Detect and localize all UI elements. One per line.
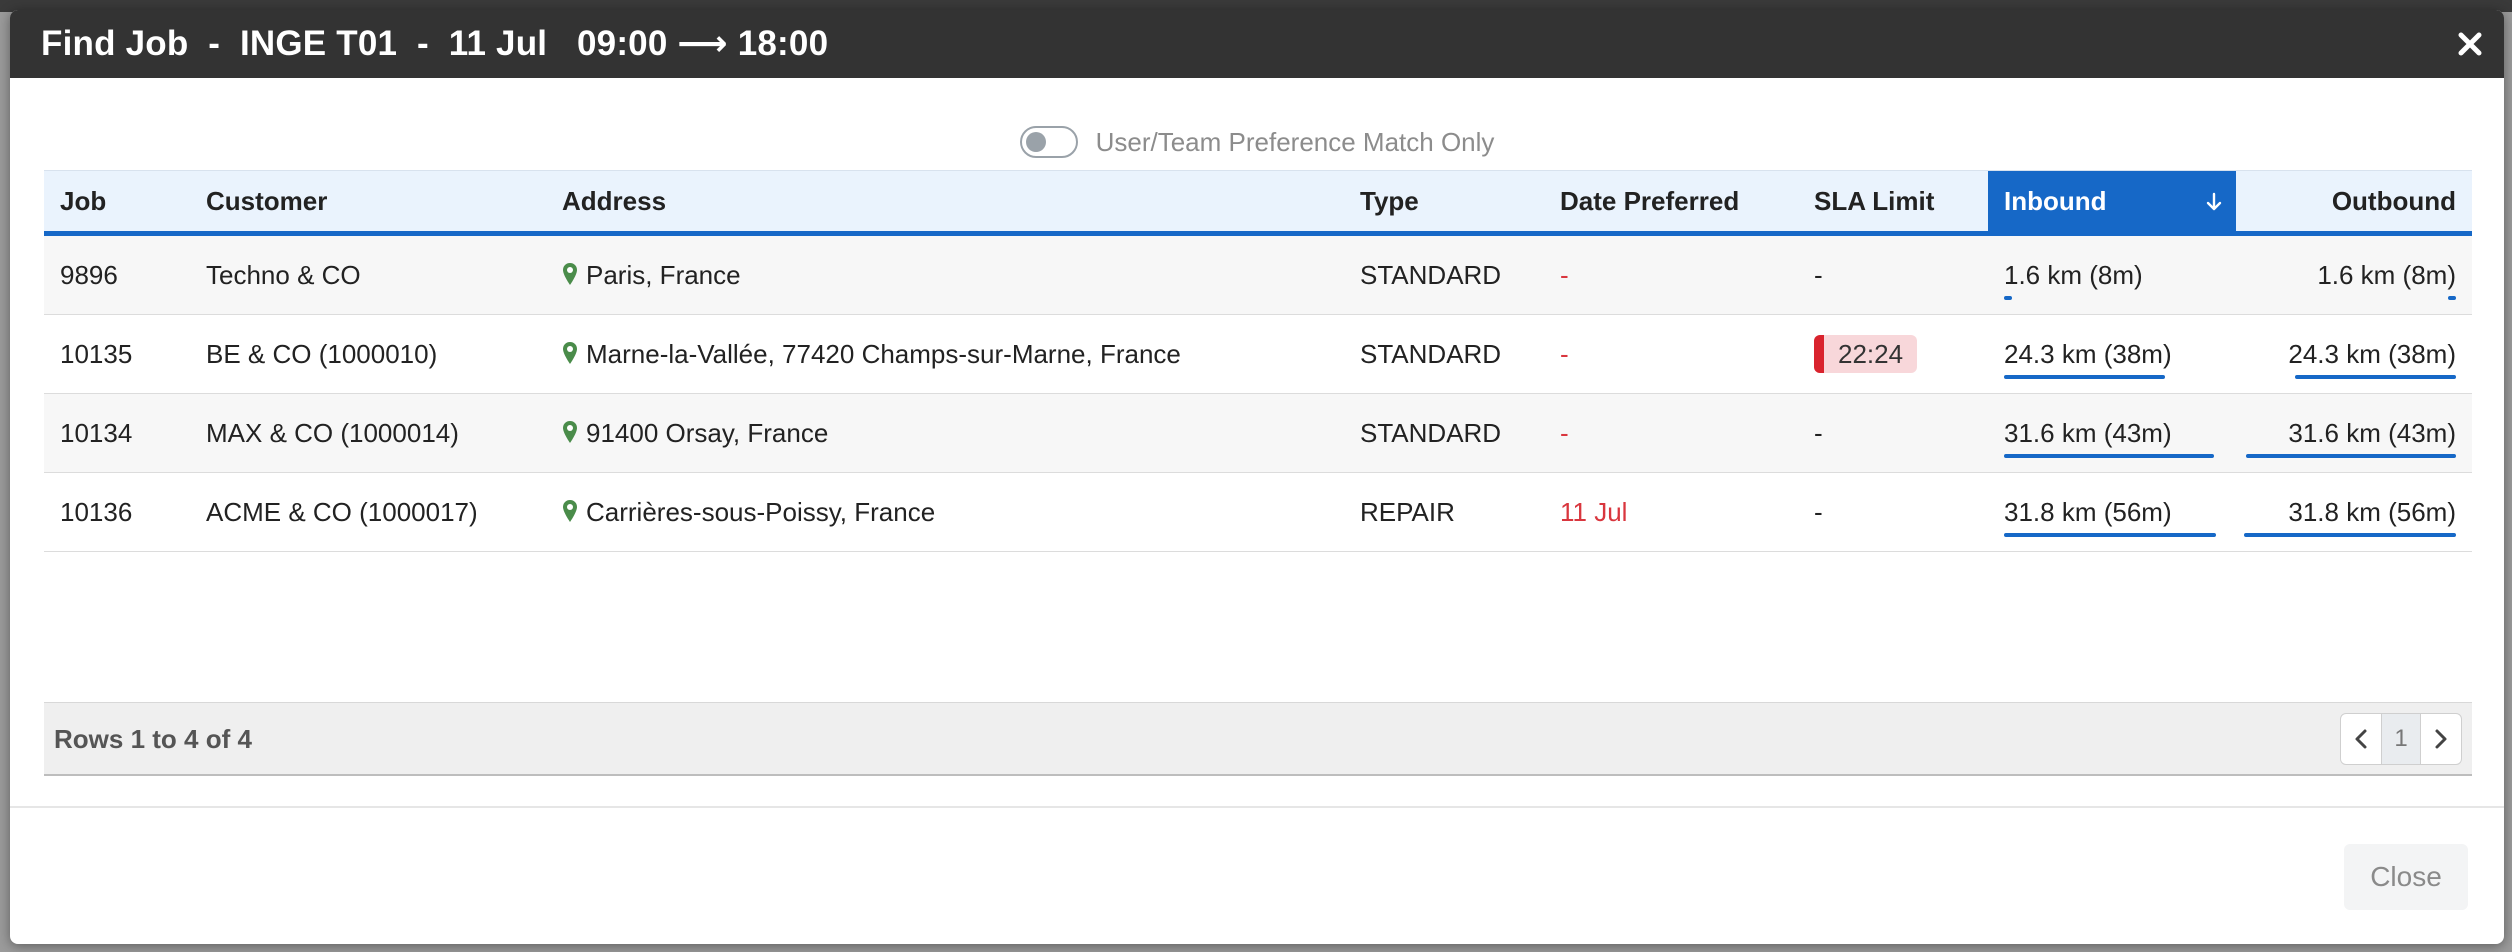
- cell-outbound: 24.3 km (38m): [2236, 315, 2472, 393]
- table-row[interactable]: 10134 MAX & CO (1000014) 91400 Orsay, Fr…: [44, 394, 2472, 473]
- cell-date-preferred: 11 Jul: [1560, 497, 1628, 527]
- close-icon: [2458, 32, 2482, 56]
- header-job[interactable]: Job: [44, 171, 190, 232]
- toggle-knob: [1025, 132, 1046, 152]
- cell-job: 10135: [60, 339, 133, 369]
- table-header: Job Customer Address Type Date Preferred…: [44, 170, 2472, 236]
- chevron-left-icon: [2355, 729, 2367, 749]
- header-date-preferred[interactable]: Date Preferred: [1544, 171, 1798, 232]
- cell-address: 91400 Orsay, France: [546, 394, 1344, 472]
- header-outbound[interactable]: Outbound: [2236, 171, 2472, 232]
- address-text: Marne-la-Vallée, 77420 Champs-sur-Marne,…: [586, 339, 1181, 369]
- arrow-down-icon: [2206, 192, 2222, 211]
- cell-sla-limit: -: [1798, 236, 1988, 314]
- inbound-distance-bar: [2004, 375, 2165, 379]
- cell-date-preferred: -: [1560, 260, 1569, 290]
- table-row[interactable]: 10136 ACME & CO (1000017) Carrières-sous…: [44, 473, 2472, 552]
- map-pin-icon: [563, 342, 577, 365]
- header-address[interactable]: Address: [546, 171, 1344, 232]
- table-row[interactable]: 9896 Techno & CO Paris, France STANDARD …: [44, 236, 2472, 315]
- header-inbound[interactable]: Inbound: [1988, 171, 2236, 232]
- cell-customer: MAX & CO (1000014): [206, 418, 459, 448]
- prev-page-button[interactable]: [2341, 714, 2381, 764]
- cell-job: 10136: [60, 497, 133, 527]
- preference-toggle-label: User/Team Preference Match Only: [1095, 126, 1495, 157]
- close-icon-button[interactable]: [2450, 24, 2490, 64]
- preference-toggle-row: User/Team Preference Match Only: [10, 116, 2504, 168]
- cell-address: Marne-la-Vallée, 77420 Champs-sur-Marne,…: [546, 315, 1344, 393]
- cell-sla-limit: -: [1798, 473, 1988, 551]
- inbound-distance-bar: [2004, 296, 2012, 300]
- sla-limit-value: -: [1814, 260, 1823, 290]
- pagination: 1: [2340, 713, 2462, 765]
- inbound-distance: 31.8 km (56m): [2004, 497, 2172, 527]
- outbound-distance-bar: [2295, 375, 2456, 379]
- cell-customer: ACME & CO (1000017): [206, 497, 478, 527]
- cell-customer: BE & CO (1000010): [206, 339, 438, 369]
- cell-job: 10134: [60, 418, 133, 448]
- outbound-distance-bar: [2244, 533, 2456, 537]
- preference-toggle[interactable]: [1019, 126, 1078, 158]
- cell-sla-limit: -: [1798, 394, 1988, 472]
- cell-inbound: 1.6 km (8m): [1988, 236, 2236, 314]
- inbound-distance: 24.3 km (38m): [2004, 339, 2172, 369]
- chevron-right-icon: [2435, 729, 2447, 749]
- outbound-distance: 31.6 km (43m): [2288, 418, 2456, 448]
- page-number-current[interactable]: 1: [2381, 714, 2421, 764]
- cell-type: STANDARD: [1360, 339, 1502, 369]
- rows-summary: Rows 1 to 4 of 4: [54, 724, 252, 754]
- inbound-distance: 1.6 km (8m): [2004, 260, 2143, 290]
- cell-type: STANDARD: [1360, 260, 1502, 290]
- next-page-button[interactable]: [2421, 714, 2461, 764]
- cell-customer: Techno & CO: [206, 260, 361, 290]
- sla-limit-value: -: [1814, 418, 1823, 448]
- cell-sla-limit: 22:24: [1798, 315, 1988, 393]
- outbound-distance-bar: [2448, 296, 2456, 300]
- sla-limit-value: -: [1814, 497, 1823, 527]
- cell-outbound: 31.6 km (43m): [2236, 394, 2472, 472]
- modal-title: Find Job - INGE T01 - 11 Jul 09:00 ⟶ 18:…: [41, 24, 829, 63]
- address-text: Carrières-sous-Poissy, France: [586, 497, 936, 527]
- cell-address: Paris, France: [546, 236, 1344, 314]
- outbound-distance: 1.6 km (8m): [2317, 260, 2456, 290]
- sla-limit-badge: 22:24: [1814, 335, 1918, 373]
- close-button[interactable]: Close: [2344, 844, 2468, 910]
- table-footer: Rows 1 to 4 of 4 1: [44, 702, 2472, 776]
- map-pin-icon: [563, 421, 577, 444]
- cell-type: REPAIR: [1360, 497, 1455, 527]
- header-sla-limit[interactable]: SLA Limit: [1798, 171, 1962, 232]
- outbound-distance: 24.3 km (38m): [2288, 339, 2456, 369]
- cell-inbound: 31.6 km (43m): [1988, 394, 2236, 472]
- address-text: 91400 Orsay, France: [586, 418, 829, 448]
- cell-inbound: 24.3 km (38m): [1988, 315, 2236, 393]
- cell-date-preferred: -: [1560, 418, 1569, 448]
- header-inbound-label: Inbound: [2004, 186, 2107, 216]
- header-type[interactable]: Type: [1344, 171, 1544, 232]
- modal-footer-divider: [10, 806, 2504, 808]
- cell-type: STANDARD: [1360, 418, 1502, 448]
- cell-job: 9896: [60, 260, 118, 290]
- cell-address: Carrières-sous-Poissy, France: [546, 473, 1344, 551]
- cell-inbound: 31.8 km (56m): [1988, 473, 2236, 551]
- inbound-distance-bar: [2004, 533, 2216, 537]
- header-customer[interactable]: Customer: [190, 171, 546, 232]
- outbound-distance-bar: [2246, 454, 2456, 458]
- jobs-table: Job Customer Address Type Date Preferred…: [44, 170, 2472, 776]
- inbound-distance-bar: [2004, 454, 2214, 458]
- cell-outbound: 31.8 km (56m): [2236, 473, 2472, 551]
- inbound-distance: 31.6 km (43m): [2004, 418, 2172, 448]
- address-text: Paris, France: [586, 260, 741, 290]
- outbound-distance: 31.8 km (56m): [2288, 497, 2456, 527]
- cell-date-preferred: -: [1560, 339, 1569, 369]
- find-job-modal: Find Job - INGE T01 - 11 Jul 09:00 ⟶ 18:…: [10, 10, 2504, 944]
- modal-header: Find Job - INGE T01 - 11 Jul 09:00 ⟶ 18:…: [10, 10, 2504, 78]
- table-row[interactable]: 10135 BE & CO (1000010) Marne-la-Vallée,…: [44, 315, 2472, 394]
- cell-outbound: 1.6 km (8m): [2236, 236, 2472, 314]
- map-pin-icon: [563, 500, 577, 523]
- map-pin-icon: [563, 263, 577, 286]
